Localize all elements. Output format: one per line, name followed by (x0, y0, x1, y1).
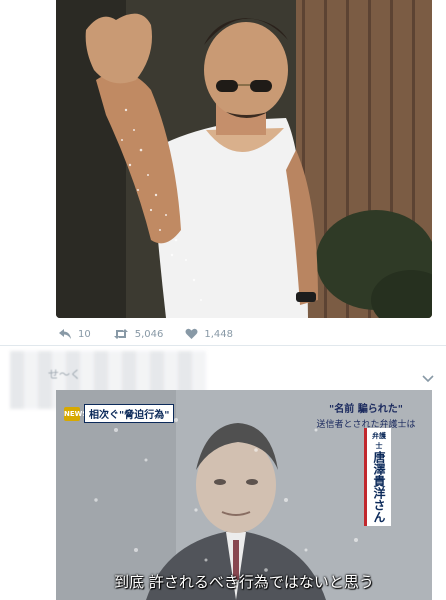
news-headline: "名前 騙られた" 送信者とされた弁護士は (310, 400, 422, 430)
tweet-photo[interactable]: NEWS 相次ぐ"脅迫行為" "名前 騙られた" 送信者とされた弁護士は 弁護士… (56, 390, 432, 600)
person-name: 唐澤貴洋さん (372, 451, 386, 523)
more-options-button[interactable] (422, 368, 434, 387)
tweet-actions: 10 5,046 1,448 (58, 325, 255, 343)
tweet-photo[interactable] (56, 0, 432, 318)
news-logo: NEWS (64, 406, 87, 421)
like-count: 1,448 (204, 328, 234, 340)
reply-count: 10 (78, 328, 91, 340)
retweet-button[interactable]: 5,046 (113, 328, 164, 340)
blurred-username: せ〜く (48, 368, 81, 381)
tweet-card[interactable]: 10 5,046 1,448 (0, 0, 446, 346)
news-badge-text: 相次ぐ"脅迫行為" (84, 404, 175, 423)
salt-bae-photo (56, 0, 432, 318)
reply-icon (59, 329, 71, 339)
timeline: 10 5,046 1,448 せ〜く NEWS 相次ぐ"脅迫行為" "名前 騙ら… (0, 0, 446, 600)
reply-button[interactable]: 10 (58, 328, 91, 340)
name-caption: 弁護士 唐澤貴洋さん (364, 428, 391, 526)
role-label: 弁護士 (372, 432, 386, 450)
headline-line1: "名前 騙られた" (329, 404, 403, 415)
retweet-icon (113, 329, 128, 339)
tweet-card[interactable]: せ〜く NEWS 相次ぐ"脅迫行為" "名前 騙られた" 送信者とされた弁護士は… (0, 346, 446, 600)
retweet-count: 5,046 (134, 328, 164, 340)
news-subtitle: 到底 許されるべき行為ではないと思う (114, 573, 374, 591)
like-button[interactable]: 1,448 (185, 328, 233, 340)
heart-icon (185, 328, 198, 339)
chevron-down-icon (422, 375, 434, 383)
news-badge: NEWS 相次ぐ"脅迫行為" (64, 404, 175, 423)
